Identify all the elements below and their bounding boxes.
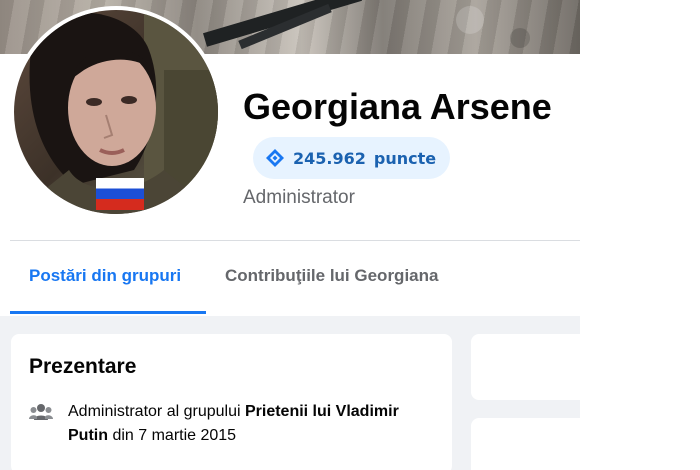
intro-prefix: Administrator al grupului (68, 403, 245, 420)
intro-card-title: Prezentare (29, 355, 137, 378)
diamond-badge-icon (265, 148, 285, 168)
tab-contributions[interactable]: Contribuţiile lui Georgiana (225, 266, 438, 286)
side-card-2 (471, 418, 580, 470)
profile-name: Georgiana Arsene (243, 86, 552, 127)
header-divider (10, 240, 580, 241)
group-members-icon (29, 403, 53, 426)
intro-admin-text: Administrator al grupului Prietenii lui … (68, 400, 428, 448)
points-unit: puncte (373, 148, 437, 168)
points-badge[interactable]: 245.962 puncte (253, 137, 451, 179)
side-card-1 (471, 334, 580, 400)
profile-avatar[interactable] (10, 6, 222, 218)
profile-role: Administrator (243, 187, 355, 208)
profile-page: Georgiana Arsene 245.962 puncte Administ… (0, 0, 580, 470)
intro-suffix: din 7 martie 2015 (108, 427, 237, 444)
points-value: 245.962 (293, 148, 366, 168)
active-tab-indicator (10, 311, 206, 314)
tab-group-posts[interactable]: Postări din grupuri (29, 266, 181, 286)
